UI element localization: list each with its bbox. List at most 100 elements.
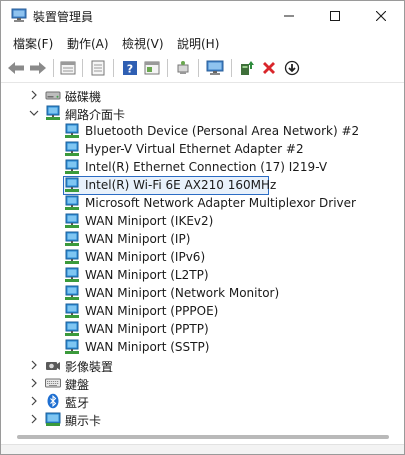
device-manager-icon <box>11 8 27 22</box>
device-label: WAN Miniport (IKEv2) <box>85 214 214 228</box>
menu-file[interactable]: 檔案(F) <box>13 35 53 52</box>
tree-category-bluetooth[interactable]: 藍牙 <box>3 392 402 410</box>
disk-drive-icon <box>45 91 61 100</box>
toolbar-separator <box>82 59 83 77</box>
svg-text:?: ? <box>127 63 133 76</box>
scrollbar-thumb[interactable] <box>17 435 389 439</box>
tree-device-item[interactable]: Hyper-V Virtual Ethernet Adapter #2 <box>3 140 402 158</box>
chevron-right-icon[interactable] <box>29 376 39 390</box>
tree-device-item[interactable]: WAN Miniport (IKEv2) <box>3 212 402 230</box>
view-panel-icon <box>144 61 160 75</box>
status-bar <box>1 444 404 454</box>
update-driver-icon <box>241 61 254 75</box>
device-label: WAN Miniport (L2TP) <box>85 268 209 282</box>
tree-category-disk-drives[interactable]: 磁碟機 <box>3 86 402 104</box>
back-button[interactable] <box>6 58 26 78</box>
tree-category-label: 鍵盤 <box>65 378 90 392</box>
device-label: WAN Miniport (IP) <box>85 232 191 246</box>
device-label: Intel(R) Wi-Fi 6E AX210 160MHz <box>85 178 277 192</box>
network-adapter-icon <box>65 231 79 246</box>
menu-bar: 檔案(F) 動作(A) 檢視(V) 說明(H) <box>1 31 404 53</box>
tree-device-item[interactable]: WAN Miniport (Network Monitor) <box>3 284 402 302</box>
horizontal-scrollbar[interactable] <box>3 431 402 443</box>
update-driver-button[interactable] <box>237 58 257 78</box>
view-panel-button[interactable] <box>142 58 162 78</box>
tree-device-item[interactable]: WAN Miniport (L2TP) <box>3 266 402 284</box>
menu-help[interactable]: 說明(H) <box>177 35 219 52</box>
device-tree[interactable]: 磁碟機 網路介面卡 Bluetooth Device (Personal Are… <box>3 83 402 431</box>
forward-arrow-icon <box>30 62 46 74</box>
driver-details-icon <box>91 60 105 76</box>
toolbar: ? <box>1 54 404 83</box>
toolbar-separator <box>53 59 54 77</box>
tree-device-item-selected[interactable]: Intel(R) Wi-Fi 6E AX210 160MHz <box>3 176 402 195</box>
tree-device-item[interactable]: Microsoft Network Adapter Multiplexor Dr… <box>3 194 402 212</box>
properties-button[interactable] <box>58 58 78 78</box>
display-adapter-icon <box>45 412 61 426</box>
monitor-button[interactable] <box>205 58 225 78</box>
uninstall-button[interactable] <box>259 58 279 78</box>
chevron-right-icon[interactable] <box>29 358 39 372</box>
bluetooth-icon <box>47 393 59 409</box>
uninstall-icon <box>263 62 275 74</box>
camera-icon <box>46 362 60 370</box>
driver-details-button[interactable] <box>88 58 108 78</box>
keyboard-icon <box>45 378 61 388</box>
network-adapter-icon <box>65 159 79 174</box>
scan-hardware-button[interactable] <box>173 58 193 78</box>
tree-category-keyboards[interactable]: 鍵盤 <box>3 374 402 392</box>
device-label: WAN Miniport (IPv6) <box>85 250 206 264</box>
maximize-icon <box>330 11 340 21</box>
network-adapter-icon <box>65 195 79 210</box>
menu-view[interactable]: 檢視(V) <box>122 35 164 52</box>
toolbar-separator <box>113 59 114 77</box>
forward-button[interactable] <box>28 58 48 78</box>
device-label: Intel(R) Ethernet Connection (17) I219-V <box>85 160 328 174</box>
network-adapter-icon <box>65 267 79 282</box>
toolbar-separator <box>167 59 168 77</box>
tree-category-display-adapters[interactable]: 顯示卡 <box>3 410 402 428</box>
tree-device-item[interactable]: WAN Miniport (IP) <box>3 230 402 248</box>
close-button[interactable] <box>358 1 404 31</box>
network-adapter-icon <box>65 123 79 138</box>
tree-device-item[interactable]: Bluetooth Device (Personal Area Network)… <box>3 122 402 140</box>
tree-device-item[interactable]: WAN Miniport (SSTP) <box>3 338 402 356</box>
device-label: WAN Miniport (PPPOE) <box>85 304 219 318</box>
network-adapter-icon <box>65 321 79 336</box>
network-adapter-icon <box>65 213 79 228</box>
chevron-down-icon[interactable] <box>29 106 39 120</box>
maximize-button[interactable] <box>312 1 358 31</box>
help-button[interactable]: ? <box>120 58 140 78</box>
download-button[interactable] <box>282 58 302 78</box>
device-manager-window: 裝置管理員 檔案(F) 動作(A) 檢視(V) 說明(H) ? 磁碟機 網路介面… <box>0 0 405 455</box>
toolbar-separator <box>198 59 199 77</box>
network-adapter-icon <box>65 177 79 192</box>
menu-action[interactable]: 動作(A) <box>67 35 109 52</box>
tree-device-item[interactable]: WAN Miniport (IPv6) <box>3 248 402 266</box>
help-icon: ? <box>123 61 137 76</box>
network-adapter-icon <box>65 285 79 300</box>
device-label: WAN Miniport (Network Monitor) <box>85 286 280 300</box>
tree-device-item[interactable]: Intel(R) Ethernet Connection (17) I219-V <box>3 158 402 176</box>
window-title: 裝置管理員 <box>33 10 94 24</box>
device-label: WAN Miniport (SSTP) <box>85 340 210 354</box>
device-label: Bluetooth Device (Personal Area Network)… <box>85 124 360 138</box>
download-icon <box>284 60 300 76</box>
chevron-right-icon[interactable] <box>29 412 39 426</box>
network-adapter-icon <box>46 105 60 120</box>
device-label: WAN Miniport (PPTP) <box>85 322 209 336</box>
scan-hardware-icon <box>177 61 189 74</box>
tree-category-imaging-devices[interactable]: 影像裝置 <box>3 356 402 374</box>
minimize-button[interactable] <box>266 1 312 31</box>
tree-device-item[interactable]: WAN Miniport (PPTP) <box>3 320 402 338</box>
title-bar: 裝置管理員 <box>1 1 404 31</box>
chevron-right-icon[interactable] <box>29 394 39 408</box>
tree-category-label: 顯示卡 <box>65 414 102 428</box>
network-adapter-icon <box>65 141 79 156</box>
minimize-icon <box>284 15 294 17</box>
chevron-right-icon[interactable] <box>29 88 39 102</box>
tree-category-network-adapters[interactable]: 網路介面卡 <box>3 104 402 122</box>
device-label: Microsoft Network Adapter Multiplexor Dr… <box>85 196 356 210</box>
network-adapter-icon <box>65 249 79 264</box>
tree-device-item[interactable]: WAN Miniport (PPPOE) <box>3 302 402 320</box>
